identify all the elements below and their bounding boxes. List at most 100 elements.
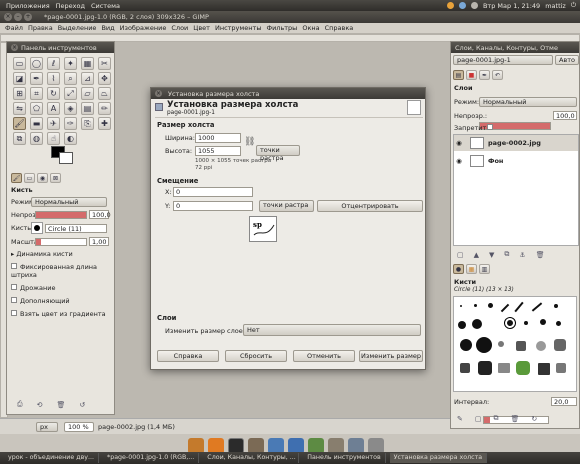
pencil-icon[interactable]: ✏: [98, 102, 111, 115]
undo-tab-icon[interactable]: ↶: [492, 70, 503, 80]
color-picker-icon[interactable]: ⌇: [47, 72, 60, 85]
images-tab-icon[interactable]: ⊠: [50, 173, 61, 183]
lock-pixels-checkbox[interactable]: [487, 124, 493, 130]
option-brush-dynamics[interactable]: ▸ Динамика кисти: [11, 250, 111, 258]
delete-options-icon[interactable]: 🗑: [56, 401, 65, 409]
offset-unit-select[interactable]: точки растра: [259, 200, 314, 212]
option-incremental[interactable]: Дополняющий: [11, 297, 111, 305]
layer-row[interactable]: ◉ Фон: [454, 153, 578, 169]
brush-grid[interactable]: [453, 296, 577, 392]
ink-icon[interactable]: ✑: [64, 117, 77, 130]
rotate-icon[interactable]: ↻: [47, 87, 60, 100]
scale-value[interactable]: 1,00: [89, 237, 109, 246]
volume-icon[interactable]: [470, 2, 478, 9]
delete-brush-icon[interactable]: 🗑: [511, 415, 520, 423]
opacity-slider[interactable]: [35, 210, 87, 219]
duplicate-brush-icon[interactable]: ⧉: [494, 414, 499, 423]
refresh-brushes-icon[interactable]: ↻: [531, 415, 537, 423]
text-icon[interactable]: A: [47, 102, 60, 115]
x-offset-input[interactable]: 0: [173, 187, 253, 197]
dialog-close-icon[interactable]: ×: [155, 90, 162, 97]
flip-icon[interactable]: ⇋: [13, 102, 26, 115]
menu-edit[interactable]: Правка: [28, 24, 53, 32]
menu-tools[interactable]: Инструменты: [215, 24, 262, 32]
anchor-layer-icon[interactable]: ⚓: [519, 251, 525, 259]
menu-file[interactable]: Файл: [5, 24, 23, 32]
reset-options-icon[interactable]: ↺: [79, 401, 85, 409]
eraser-icon[interactable]: ▬: [30, 117, 43, 130]
blend-icon[interactable]: ▤: [81, 102, 94, 115]
layer-row[interactable]: ◉ page-0002.jpg: [454, 135, 578, 151]
bucket-fill-icon[interactable]: ◈: [64, 102, 77, 115]
toolbox-close-icon[interactable]: ×: [11, 44, 18, 51]
taskbar-item[interactable]: Панель инструментов: [303, 453, 386, 463]
resize-layers-select[interactable]: Нет: [243, 324, 421, 336]
move-icon[interactable]: ✥: [98, 72, 111, 85]
menu-layers[interactable]: Слои: [171, 24, 188, 32]
crop-icon[interactable]: ⌗: [30, 87, 43, 100]
width-input[interactable]: 1000: [195, 133, 241, 143]
menu-help[interactable]: Справка: [325, 24, 354, 32]
device-status-tab-icon[interactable]: ▭: [24, 173, 35, 183]
fuzzy-select-icon[interactable]: ✦: [64, 57, 77, 70]
clock[interactable]: Втр Мар 1, 21:49: [483, 2, 540, 10]
size-unit-select[interactable]: точки растра: [256, 145, 300, 162]
auto-button[interactable]: Авто: [555, 55, 579, 65]
clone-icon[interactable]: ⎘: [81, 117, 94, 130]
menu-system[interactable]: Система: [91, 2, 120, 10]
image-select[interactable]: page-0001.jpg-1: [453, 55, 553, 65]
paths-tab-icon[interactable]: ✒: [479, 70, 490, 80]
raise-layer-icon[interactable]: ▲: [474, 251, 479, 259]
mode-select[interactable]: Нормальный: [31, 197, 107, 207]
firefox-icon[interactable]: [446, 2, 454, 9]
y-offset-input[interactable]: 0: [173, 201, 253, 211]
unit-select[interactable]: px: [36, 422, 58, 432]
menu-colors[interactable]: Цвет: [193, 24, 210, 32]
ellipse-select-icon[interactable]: ◯: [30, 57, 43, 70]
duplicate-layer-icon[interactable]: ⧉: [504, 250, 509, 259]
cancel-button[interactable]: Отменить: [293, 350, 355, 362]
layer-opacity-value[interactable]: 100,0: [553, 111, 577, 120]
help-button[interactable]: Справка: [157, 350, 219, 362]
tool-options-tab-icon[interactable]: 🖌: [11, 173, 22, 183]
menu-view[interactable]: Вид: [101, 24, 114, 32]
paths-icon[interactable]: ✒: [30, 72, 43, 85]
spacing-value[interactable]: 20,0: [551, 397, 577, 406]
new-layer-icon[interactable]: ▢: [457, 251, 464, 259]
brush-preview[interactable]: [31, 222, 43, 234]
background-color[interactable]: [59, 152, 73, 164]
height-input[interactable]: 1055: [195, 146, 241, 156]
channels-tab-icon[interactable]: ■: [466, 70, 477, 80]
user-name[interactable]: mattiz: [545, 2, 566, 10]
scale-slider[interactable]: [35, 237, 87, 246]
zoom-icon[interactable]: ⌕: [64, 72, 77, 85]
menu-image[interactable]: Изображение: [120, 24, 167, 32]
smudge-icon[interactable]: ☝: [47, 132, 60, 145]
color-select-icon[interactable]: ▦: [81, 57, 94, 70]
maximize-icon[interactable]: +: [24, 13, 32, 21]
taskbar-item[interactable]: *page-0001.jpg-1.0 (RGB,...: [103, 453, 200, 463]
menu-places[interactable]: Переход: [56, 2, 85, 10]
perspective-clone-icon[interactable]: ⧉: [13, 132, 26, 145]
power-icon[interactable]: ⏻: [571, 1, 576, 10]
scissors-icon[interactable]: ✂: [98, 57, 111, 70]
visibility-eye-icon[interactable]: ◉: [454, 139, 464, 147]
rect-select-icon[interactable]: ▭: [13, 57, 26, 70]
airbrush-icon[interactable]: ✈: [47, 117, 60, 130]
option-gradient-color[interactable]: Взять цвет из градиента: [11, 310, 111, 318]
restore-options-icon[interactable]: ⟲: [37, 401, 43, 409]
menu-windows[interactable]: Окна: [302, 24, 319, 32]
save-options-icon[interactable]: ⎙: [17, 400, 23, 409]
gradients-tab-icon[interactable]: ▥: [479, 264, 490, 274]
lower-layer-icon[interactable]: ▼: [489, 251, 494, 259]
align-icon[interactable]: ⊞: [13, 87, 26, 100]
resize-button[interactable]: Изменить размер: [359, 350, 423, 362]
minimize-icon[interactable]: –: [14, 13, 22, 21]
menu-applications[interactable]: Приложения: [6, 2, 50, 10]
network-icon[interactable]: [458, 2, 466, 9]
dodge-icon[interactable]: ◐: [64, 132, 77, 145]
layer-mode-select[interactable]: Нормальный: [479, 97, 577, 107]
taskbar-item[interactable]: Установка размера холста: [389, 453, 488, 463]
layers-tab-icon[interactable]: ▤: [453, 70, 464, 80]
perspective-icon[interactable]: ⏢: [98, 87, 111, 100]
